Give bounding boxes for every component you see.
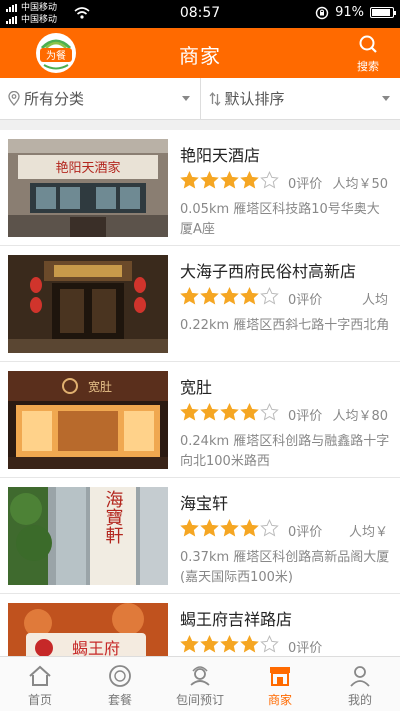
merchant-photo xyxy=(8,255,168,353)
review-count: 0评价 xyxy=(288,525,323,540)
average-price: 人均￥80 xyxy=(332,409,388,424)
star-filled-icon xyxy=(220,171,239,189)
star-filled-icon xyxy=(200,519,219,537)
merchant-photo: 蝎王府 xyxy=(8,603,168,656)
star-filled-icon xyxy=(180,519,199,537)
review-count: 0评价 xyxy=(288,293,323,308)
photo-sign-text: 蝎王府 xyxy=(72,639,120,656)
filter-bar: 所有分类 默认排序 xyxy=(0,78,400,120)
merchant-name: 海宝轩 xyxy=(180,494,229,513)
merchant-photo: 艳阳天酒家 xyxy=(8,139,168,237)
battery-level xyxy=(372,9,391,16)
page-title: 商家 xyxy=(179,44,221,68)
tab-label: 商家 xyxy=(267,693,292,707)
star-filled-icon xyxy=(200,403,219,421)
photo-sign-text: 海寶軒 xyxy=(103,490,124,544)
tab-home[interactable]: 首页 xyxy=(0,657,80,711)
merchant-photo: 海寶軒 xyxy=(8,487,168,585)
star-filled-icon xyxy=(240,635,259,653)
merchant-name: 大海子西府民俗村高新店 xyxy=(180,262,357,281)
chevron-down-icon xyxy=(181,96,190,101)
bottom-tab-bar: 首页 套餐 包间预订 商家 我的 xyxy=(0,656,400,711)
star-filled-icon xyxy=(180,635,199,653)
average-price: 人均￥ xyxy=(348,525,388,540)
battery-icon xyxy=(370,7,396,18)
merchant-name: 蝎王府吉祥路店 xyxy=(180,610,293,629)
star-filled-icon xyxy=(200,635,219,653)
star-rating xyxy=(180,519,280,538)
category-filter-label: 所有分类 xyxy=(24,90,85,108)
merchant-name: 宽肚 xyxy=(180,378,213,397)
star-rating xyxy=(180,287,280,306)
star-filled-icon xyxy=(200,287,219,305)
star-filled-icon xyxy=(220,635,239,653)
merchant-item[interactable]: 海寶軒 海宝轩 0评价 人均￥ 0.37km 雁塔区科创路高新品阁大厦(嘉天国际… xyxy=(0,478,400,594)
sort-filter-label: 默认排序 xyxy=(224,90,285,108)
star-empty-icon xyxy=(260,287,279,305)
merchant-photo: 宽肚 xyxy=(8,371,168,469)
star-filled-icon xyxy=(220,403,239,421)
tab-store[interactable]: 商家 xyxy=(240,657,320,711)
tab-label: 首页 xyxy=(27,693,52,707)
battery-percent: 91% xyxy=(335,5,364,20)
average-price: 人均 xyxy=(361,293,388,308)
average-price: 人均￥50 xyxy=(332,177,388,192)
star-empty-icon xyxy=(260,171,279,189)
tab-label: 套餐 xyxy=(107,693,132,707)
star-empty-icon xyxy=(260,519,279,537)
sort-icon xyxy=(209,91,220,106)
photo-sign-text: 艳阳天酒家 xyxy=(55,160,120,176)
review-count: 0评价 xyxy=(288,641,323,656)
store-icon xyxy=(270,667,290,686)
search-icon xyxy=(359,35,377,53)
star-rating xyxy=(180,635,280,654)
merchant-address: 0.37km 雁塔区科创路高新品阁大厦(嘉天国际西100米) xyxy=(180,550,390,585)
star-filled-icon xyxy=(240,403,259,421)
merchant-item[interactable]: 艳阳天酒家 艳阳天酒店 0评价 人均￥50 0.05km 雁塔区科技路10号华奥… xyxy=(0,130,400,246)
merchant-address: 0.22km 雁塔区西斜七路十字西北角 xyxy=(180,318,390,333)
chevron-down-icon xyxy=(382,96,390,101)
star-rating xyxy=(180,403,280,422)
search-button[interactable]: 搜索 xyxy=(350,34,386,74)
tab-label: 我的 xyxy=(347,693,372,707)
merchant-address: 0.05km 雁塔区科技路10号华奥大厦A座 xyxy=(180,202,380,237)
status-bar: 中国移动 中国移动 08:57 91% xyxy=(0,0,400,28)
app-header: 为餐 商家 搜索 xyxy=(0,28,400,78)
star-empty-icon xyxy=(260,403,279,421)
location-pin-icon xyxy=(8,91,20,106)
tab-booking[interactable]: 包间预订 xyxy=(160,657,240,711)
category-filter[interactable]: 所有分类 xyxy=(0,78,200,119)
rotation-lock-icon xyxy=(315,6,329,19)
star-empty-icon xyxy=(260,635,279,653)
merchant-list: 艳阳天酒家 艳阳天酒店 0评价 人均￥50 0.05km 雁塔区科技路10号华奥… xyxy=(0,120,400,656)
star-filled-icon xyxy=(240,287,259,305)
user-icon xyxy=(350,666,370,687)
review-count: 0评价 xyxy=(288,409,323,424)
search-label: 搜索 xyxy=(357,60,379,73)
home-icon xyxy=(29,665,51,686)
booking-icon xyxy=(190,666,210,686)
merchant-name: 艳阳天酒店 xyxy=(180,146,261,165)
tab-profile[interactable]: 我的 xyxy=(320,657,400,711)
merchant-item[interactable]: 蝎王府 蝎王府吉祥路店 0评价 xyxy=(0,594,400,656)
merchant-address: 0.24km 雁塔区科创路与融鑫路十字向北100米路西 xyxy=(180,434,390,469)
star-rating xyxy=(180,171,280,190)
star-filled-icon xyxy=(180,287,199,305)
review-count: 0评价 xyxy=(288,177,323,192)
package-icon xyxy=(109,665,131,687)
tab-label: 包间预订 xyxy=(175,693,224,707)
star-filled-icon xyxy=(180,403,199,421)
star-filled-icon xyxy=(200,171,219,189)
sort-filter[interactable]: 默认排序 xyxy=(199,78,400,119)
merchant-item[interactable]: 大海子西府民俗村高新店 0评价 人均 0.22km 雁塔区西斜七路十字西北角 xyxy=(0,246,400,362)
star-filled-icon xyxy=(220,287,239,305)
star-filled-icon xyxy=(220,519,239,537)
merchant-item[interactable]: 宽肚 宽肚 0评价 人均￥80 0.24km 雁塔区科创路与融鑫路十字向北100… xyxy=(0,362,400,478)
star-filled-icon xyxy=(180,171,199,189)
photo-sign-text: 宽肚 xyxy=(88,379,112,394)
tab-package[interactable]: 套餐 xyxy=(80,657,160,711)
star-filled-icon xyxy=(240,519,259,537)
star-filled-icon xyxy=(240,171,259,189)
